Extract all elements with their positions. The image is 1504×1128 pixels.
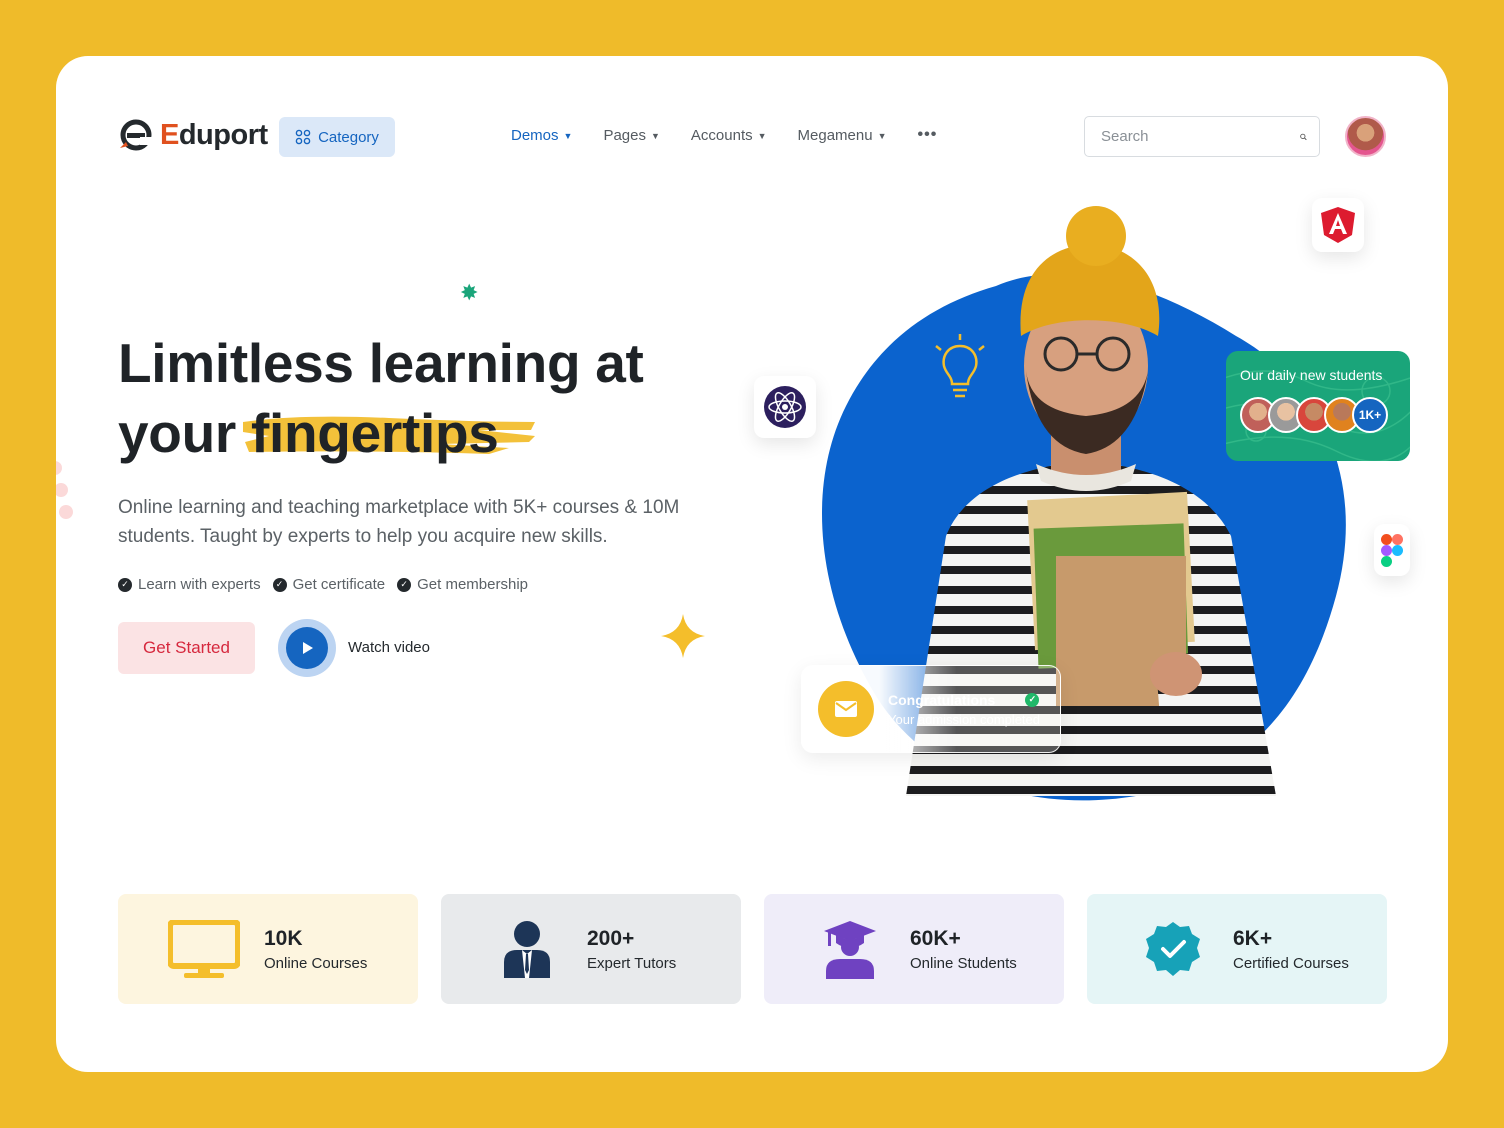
mail-icon <box>818 681 874 737</box>
stat-value: 6K+ <box>1233 926 1273 950</box>
student-avatars: 1K+ <box>1240 397 1396 433</box>
nav-item-pages[interactable]: Pages ▼ <box>603 126 659 144</box>
chevron-down-icon: ▼ <box>877 131 887 141</box>
search-box <box>1084 116 1320 157</box>
stat-label: Online Students <box>910 954 1017 972</box>
feature-item: ✓ Learn with experts <box>118 576 261 593</box>
atom-card <box>754 376 816 438</box>
daily-students-card: Our daily new students 1K+ <box>1226 351 1410 461</box>
category-grid-icon <box>295 129 311 145</box>
stat-card-online-courses: 10K Online Courses <box>118 894 418 1004</box>
atom-icon <box>764 386 806 428</box>
get-started-button[interactable]: Get Started <box>118 622 255 674</box>
yellow-sparkle-icon <box>661 614 705 658</box>
stat-label: Online Courses <box>264 954 368 972</box>
hero-title: Limitless learning at your fingertips <box>118 328 758 468</box>
category-button[interactable]: Category <box>279 117 395 157</box>
nav-label: Pages <box>603 126 646 144</box>
logo-mark-icon <box>120 119 152 151</box>
more-students-badge: 1K+ <box>1352 397 1388 433</box>
congrats-title: Congratulations <box>888 691 996 708</box>
search-input[interactable] <box>1101 128 1300 145</box>
feature-label: Get membership <box>417 576 528 593</box>
tutor-icon <box>487 917 567 981</box>
angular-icon <box>1321 207 1355 243</box>
nav-item-megamenu[interactable]: Megamenu ▼ <box>798 126 887 144</box>
nav-label: Megamenu <box>797 126 873 144</box>
stat-value: 10K <box>264 926 303 950</box>
chevron-down-icon: ▼ <box>563 131 573 141</box>
lightbulb-icon <box>935 334 985 398</box>
chevron-down-icon: ▼ <box>650 131 660 141</box>
congrats-subtitle: Your admission completed <box>888 711 1040 727</box>
green-star-icon: ✸ <box>460 280 479 305</box>
feature-list: ✓ Learn with experts ✓ Get certificate ✓… <box>118 576 528 593</box>
nav-label: Demos <box>511 126 559 144</box>
feature-item: ✓ Get certificate <box>272 576 386 593</box>
angular-card <box>1312 198 1364 252</box>
stat-card-certified-courses: 6K+ Certified Courses <box>1087 894 1387 1004</box>
nav-label: Accounts <box>690 126 753 144</box>
nav-item-demos[interactable]: Demos ▼ <box>511 126 572 144</box>
figma-icon <box>1381 533 1403 567</box>
logo-text: Eduport <box>160 118 268 151</box>
verified-badge-icon <box>1133 917 1213 981</box>
check-icon: ✓ <box>397 577 412 592</box>
main-nav: Demos ▼ Pages ▼ Accounts ▼ Megamenu ▼ ••• <box>511 126 937 144</box>
stat-label: Expert Tutors <box>587 954 677 972</box>
students-card-title: Our daily new students <box>1240 367 1383 383</box>
feature-item: ✓ Get membership <box>397 576 528 593</box>
user-avatar[interactable] <box>1345 116 1386 157</box>
category-label: Category <box>318 128 379 146</box>
chevron-down-icon: ▼ <box>757 131 767 141</box>
logo[interactable]: Eduport <box>118 118 268 152</box>
stat-value: 60K+ <box>910 926 961 950</box>
congrats-title-row: Congratulations ✓ <box>888 692 1040 708</box>
monitor-icon <box>164 917 244 981</box>
graduate-icon <box>810 917 890 981</box>
figma-card <box>1374 524 1410 576</box>
stat-value: 200+ <box>587 926 635 950</box>
feature-label: Get certificate <box>292 576 386 593</box>
congratulations-toast: Congratulations ✓ Your admission complete… <box>801 665 1061 753</box>
play-video-button[interactable] <box>278 619 336 677</box>
title-highlight: fingertips <box>242 398 535 468</box>
watch-video-link[interactable]: Watch video <box>348 639 430 656</box>
search-icon[interactable] <box>1300 129 1307 145</box>
page-frame: Eduport Category Demos ▼ Pages ▼ Accounts ▼… <box>56 56 1448 1072</box>
hero-description: Online learning and teaching marketplace… <box>118 497 680 547</box>
stat-label: Certified Courses <box>1233 954 1349 972</box>
nav-item-accounts[interactable]: Accounts ▼ <box>691 126 767 144</box>
check-icon: ✓ <box>118 577 132 592</box>
check-circle-icon: ✓ <box>1025 692 1040 707</box>
stat-card-online-students: 60K+ Online Students <box>764 894 1064 1004</box>
stat-card-expert-tutors: 200+ Expert Tutors <box>441 894 741 1004</box>
feature-label: Learn with experts <box>138 576 261 593</box>
more-menu-icon[interactable]: ••• <box>918 126 938 144</box>
check-icon: ✓ <box>272 577 287 592</box>
play-icon <box>286 627 328 669</box>
